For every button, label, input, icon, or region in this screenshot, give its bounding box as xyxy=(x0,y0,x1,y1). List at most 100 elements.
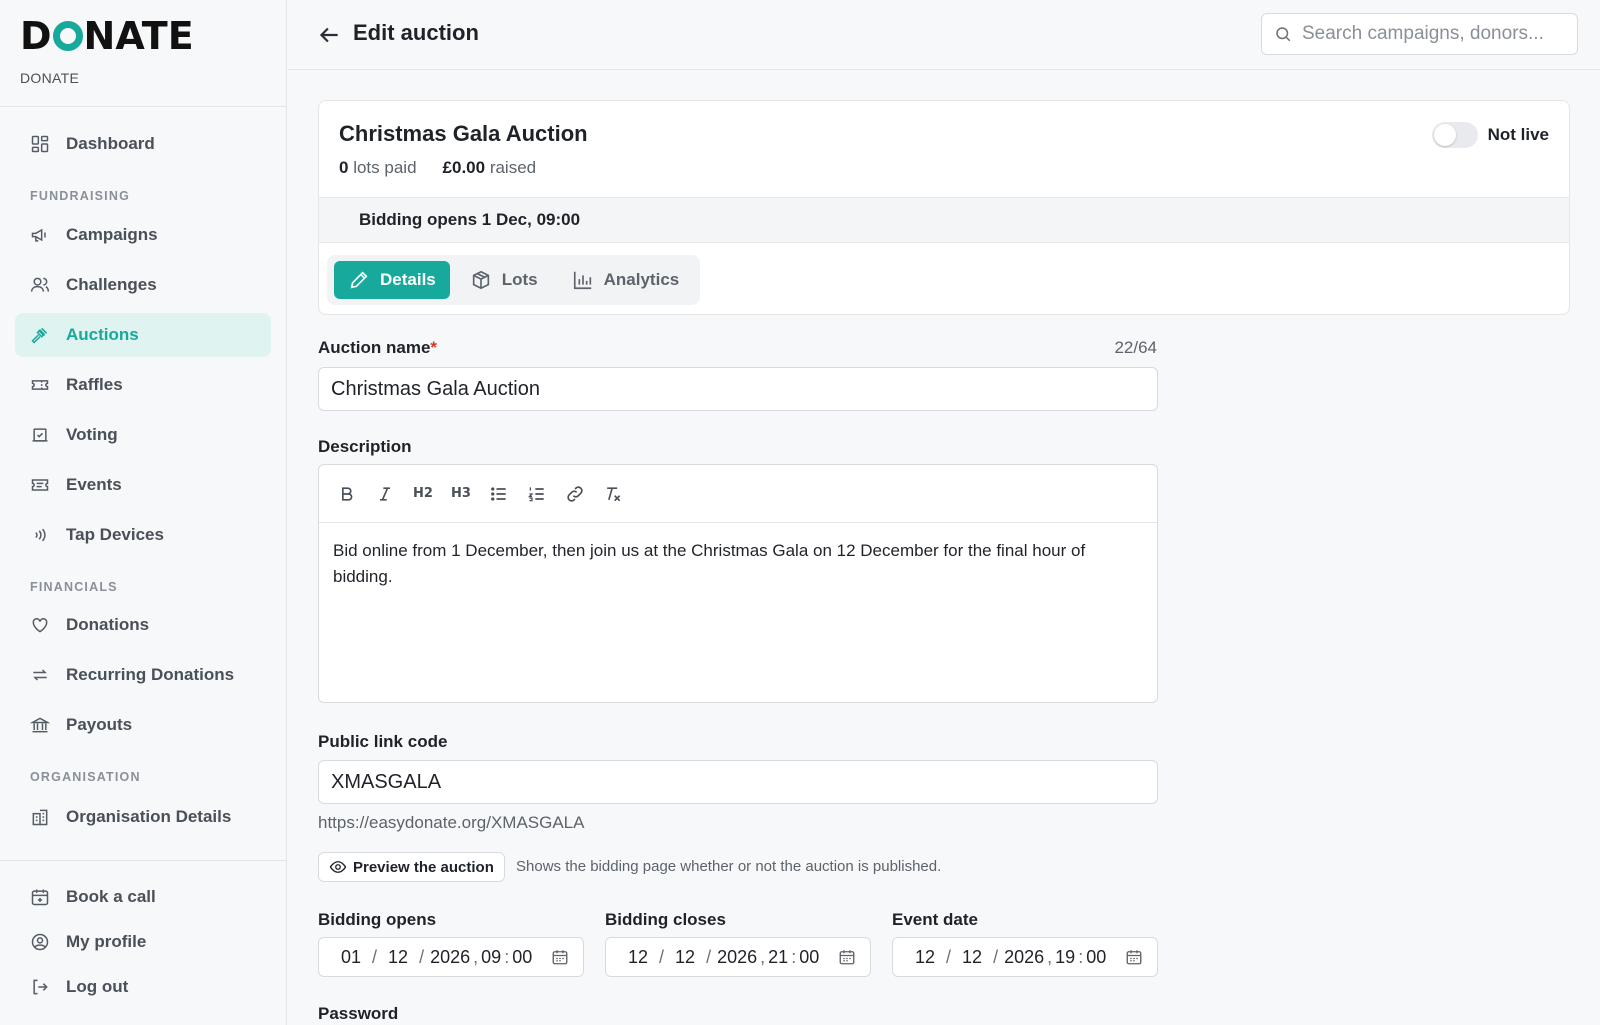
arrow-left-icon xyxy=(319,27,338,43)
ticket-icon xyxy=(31,380,49,390)
live-toggle: Not live xyxy=(1431,122,1549,148)
public-link-url[interactable]: https://easydonate.org/XMASGALA xyxy=(318,813,584,833)
lots-paid-count: 0 xyxy=(339,158,349,177)
live-switch[interactable] xyxy=(1431,122,1478,148)
sidebar-item-log-out[interactable]: Log out xyxy=(15,965,271,1009)
bold-button[interactable] xyxy=(335,482,359,506)
sidebar-item-challenges[interactable]: Challenges xyxy=(15,263,271,307)
sidebar-item-auctions[interactable]: Auctions xyxy=(15,313,271,357)
brand: D NATE DONATE xyxy=(20,16,194,86)
bullet-list-button[interactable] xyxy=(487,482,511,506)
calendar-icon[interactable] xyxy=(551,948,569,966)
tab-details[interactable]: Details xyxy=(334,261,450,299)
tab-lots[interactable]: Lots xyxy=(456,261,552,299)
sidebar-item-voting[interactable]: Voting xyxy=(15,413,271,457)
description-text[interactable]: Bid online from 1 December, then join us… xyxy=(319,523,1157,605)
preview-auction-button[interactable]: Preview the auction xyxy=(318,852,505,882)
sidebar-item-label: Challenges xyxy=(66,275,157,294)
time-minute: 00 xyxy=(799,946,820,967)
public-link-input[interactable]: XMASGALA xyxy=(318,760,1158,804)
heading-2-button[interactable]: H2 xyxy=(411,482,435,506)
sidebar-item-label: My profile xyxy=(66,932,147,951)
link-icon xyxy=(567,485,583,502)
calendar-icon[interactable] xyxy=(1125,948,1143,966)
description-label: Description xyxy=(318,437,412,456)
time-hour: 19 xyxy=(1055,946,1076,967)
sidebar-item-label: Auctions xyxy=(66,325,139,344)
sidebar-item-payouts[interactable]: Payouts xyxy=(15,703,271,747)
italic-icon xyxy=(380,486,390,501)
bar-chart-icon xyxy=(573,271,591,290)
user-circle-icon xyxy=(31,933,49,951)
auction-name-input[interactable]: Christmas Gala Auction xyxy=(318,367,1158,411)
sidebar-item-recurring-donations[interactable]: Recurring Donations xyxy=(15,653,271,697)
eye-icon xyxy=(329,861,347,873)
lots-paid-label: lots paid xyxy=(353,158,417,177)
sidebar-item-label: Campaigns xyxy=(66,225,158,244)
pencil-icon xyxy=(350,271,368,289)
sidebar-item-donations[interactable]: Donations xyxy=(15,603,271,647)
calendar-icon[interactable] xyxy=(838,948,856,966)
page-title: Edit auction xyxy=(353,20,479,45)
tab-label: Analytics xyxy=(603,270,680,289)
sidebar-item-tap-devices[interactable]: Tap Devices xyxy=(15,513,271,557)
sidebar-item-label: Events xyxy=(66,475,122,494)
event-date-input[interactable]: 12 / 12 /2026, 19:00 xyxy=(892,937,1158,977)
users-icon xyxy=(30,277,50,292)
logo-o-mark xyxy=(52,21,83,51)
brand-subtitle: DONATE xyxy=(20,70,80,86)
tab-analytics[interactable]: Analytics xyxy=(558,261,694,299)
sidebar-item-label: Donations xyxy=(66,615,150,634)
sidebar-item-events[interactable]: Events xyxy=(15,463,271,507)
lots-paid-stat: 0 lots paid xyxy=(339,158,417,178)
heart-icon xyxy=(32,617,48,633)
time-minute: 00 xyxy=(512,946,533,967)
date-year: 2026 xyxy=(430,946,471,967)
logo-text-end: NATE xyxy=(83,14,194,58)
sidebar-item-campaigns[interactable]: Campaigns xyxy=(15,213,271,257)
bold-icon xyxy=(342,486,353,501)
tab-label: Lots xyxy=(501,270,538,289)
logo[interactable]: D NATE xyxy=(20,16,194,56)
sidebar-item-raffles[interactable]: Raffles xyxy=(15,363,271,407)
heading-3-button[interactable]: H3 xyxy=(449,482,473,506)
clear-format-button[interactable] xyxy=(601,482,625,506)
time-hour: 21 xyxy=(768,946,789,967)
auction-summary-card: Christmas Gala Auction 0 lots paid £0.00… xyxy=(318,100,1570,315)
raised-stat: £0.00 raised xyxy=(443,158,537,178)
bidding-opens-label: Bidding opens xyxy=(318,910,437,929)
sidebar: D NATE DONATE Dashboard FUNDRAISING Campa… xyxy=(0,0,287,1025)
raised-amount: £0.00 xyxy=(442,158,486,177)
numbered-list-button[interactable] xyxy=(525,482,549,506)
bidding-closes-input[interactable]: 12 / 12 /2026, 21:00 xyxy=(605,937,871,977)
time-minute: 00 xyxy=(1086,946,1107,967)
italic-button[interactable] xyxy=(373,482,397,506)
sidebar-item-dashboard[interactable]: Dashboard xyxy=(15,122,271,166)
sidebar-item-book-call[interactable]: Book a call xyxy=(15,875,271,919)
date-day: 12 xyxy=(628,946,649,967)
bidding-opens-input[interactable]: 01 / 12 /2026, 09:00 xyxy=(318,937,584,977)
sidebar-item-label: Raffles xyxy=(66,375,123,394)
switch-knob xyxy=(1433,124,1456,146)
sidebar-item-organisation-details[interactable]: Organisation Details xyxy=(15,795,271,839)
top-bar: Edit auction xyxy=(288,0,1600,70)
preview-button-label: Preview the auction xyxy=(353,858,494,876)
sidebar-item-my-profile[interactable]: My profile xyxy=(15,920,271,964)
auction-title: Christmas Gala Auction xyxy=(339,121,588,146)
bullet-list-icon xyxy=(491,486,506,501)
sidebar-item-label: Recurring Donations xyxy=(66,665,235,684)
link-button[interactable] xyxy=(563,482,587,506)
preview-help-text: Shows the bidding page whether or not th… xyxy=(516,858,942,875)
password-label: Password xyxy=(318,1004,399,1023)
search-icon xyxy=(1276,27,1291,42)
contactless-icon xyxy=(35,528,46,542)
search-input[interactable] xyxy=(1302,23,1572,45)
back-button[interactable] xyxy=(316,22,342,48)
date-year: 2026 xyxy=(717,946,758,967)
clear-format-icon xyxy=(607,486,621,501)
search-box[interactable] xyxy=(1261,13,1578,55)
bank-icon xyxy=(30,717,50,733)
time-hour: 09 xyxy=(481,946,502,967)
sidebar-item-label: Payouts xyxy=(66,715,133,734)
date-month: 12 xyxy=(962,946,983,967)
